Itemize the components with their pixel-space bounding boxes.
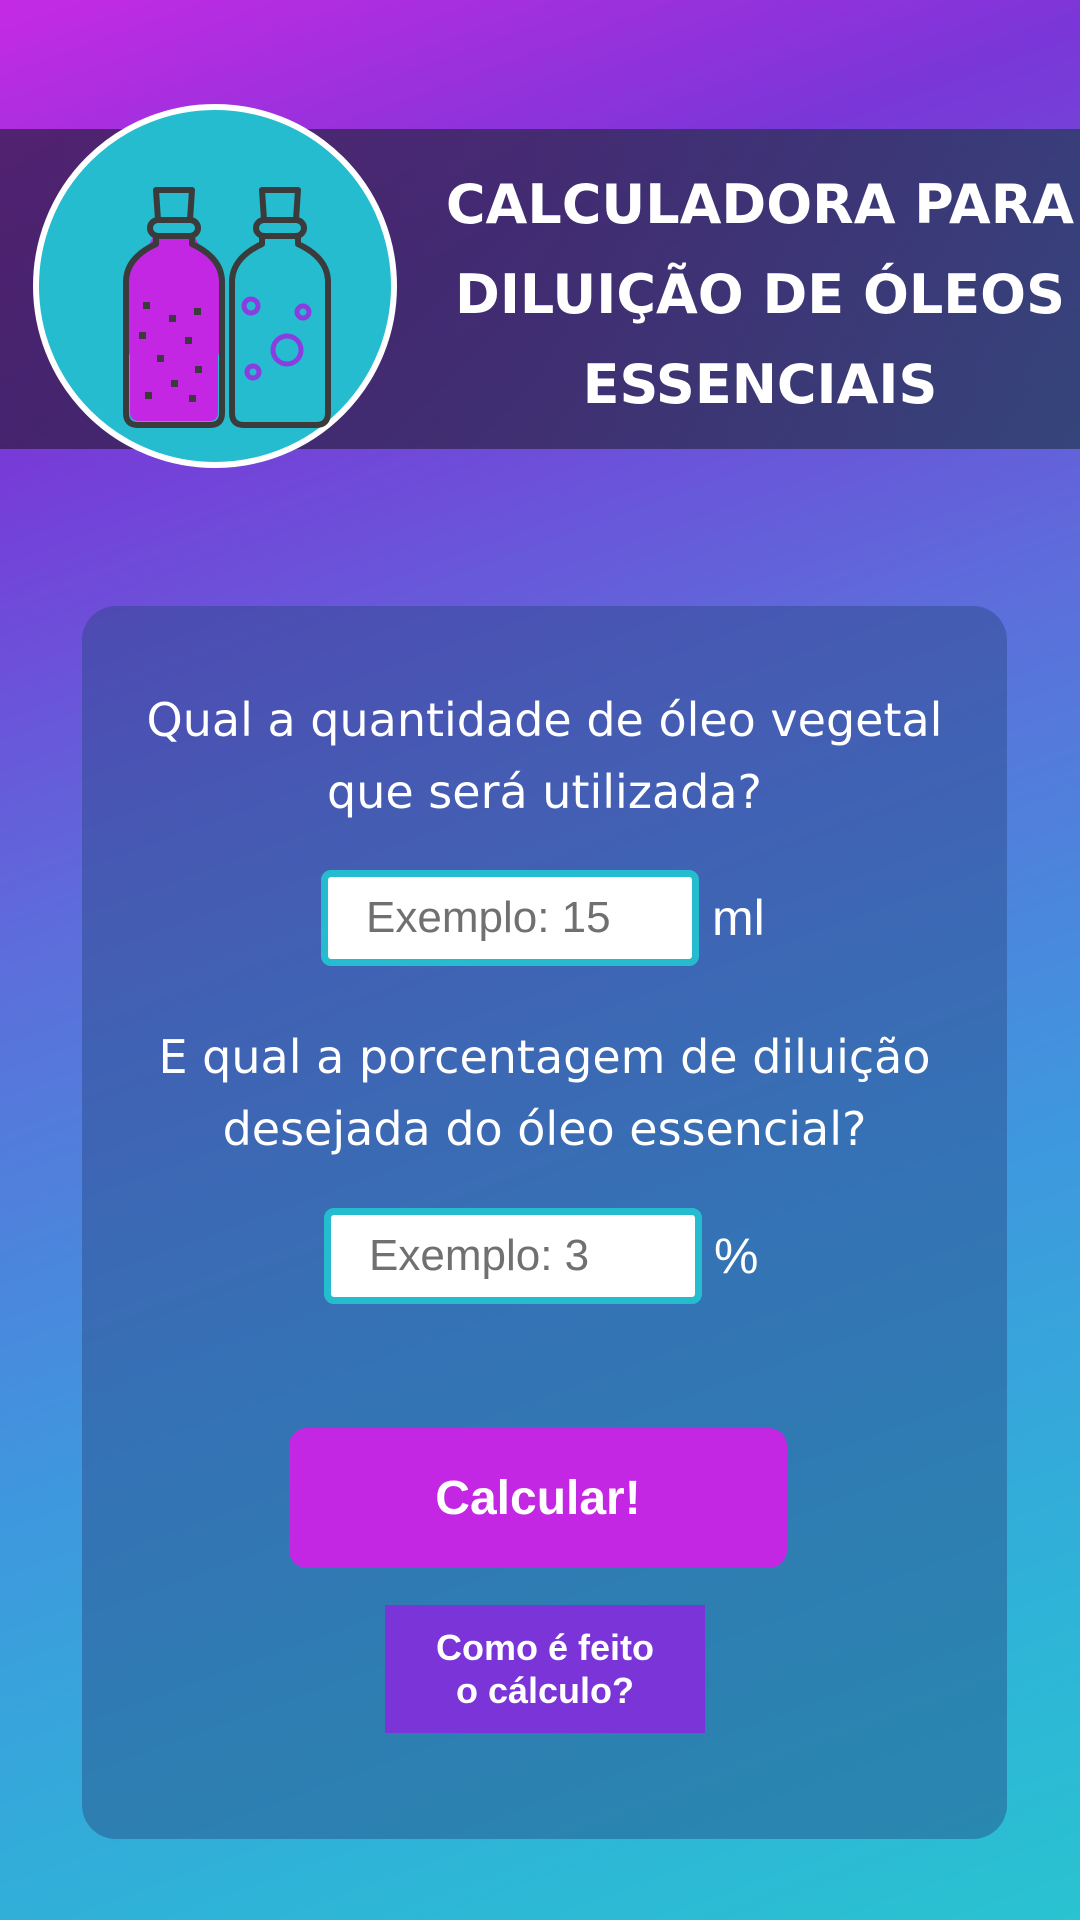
title-line: CALCULADORA PARA [445, 173, 1075, 236]
how-button-line: Como é feito [435, 1627, 654, 1668]
essential-oil-bottles-icon [123, 187, 331, 428]
oil-amount-field [321, 870, 699, 966]
how-button-line: o cálculo? [455, 1670, 635, 1711]
question-line: desejada do óleo essencial? [222, 1102, 867, 1156]
dilution-percent-field [324, 1208, 702, 1304]
unit-percent-label: % [714, 1228, 759, 1284]
unit-ml-label: ml [712, 890, 765, 946]
dilution-percent-input[interactable] [331, 1215, 695, 1297]
title-line: DILUIÇÃO DE ÓLEOS [455, 263, 1065, 326]
calculate-button[interactable]: Calcular! [289, 1428, 787, 1568]
page-title: CALCULADORA PARA DILUIÇÃO DE ÓLEOS ESSEN… [440, 160, 1080, 430]
question-dilution-percent: E qual a porcentagem de diluição desejad… [82, 1021, 1007, 1165]
question-line: que será utilizada? [327, 765, 762, 819]
logo [33, 104, 397, 468]
how-it-works-button[interactable]: Como é feito o cálculo? [385, 1605, 705, 1733]
question-line: Qual a quantidade de óleo vegetal [146, 693, 943, 747]
question-oil-amount: Qual a quantidade de óleo vegetal que se… [82, 684, 1007, 828]
calculator-card: Qual a quantidade de óleo vegetal que se… [82, 606, 1007, 1839]
oil-amount-input[interactable] [328, 877, 692, 959]
question-line: E qual a porcentagem de diluição [158, 1030, 931, 1084]
title-line: ESSENCIAIS [582, 353, 938, 416]
